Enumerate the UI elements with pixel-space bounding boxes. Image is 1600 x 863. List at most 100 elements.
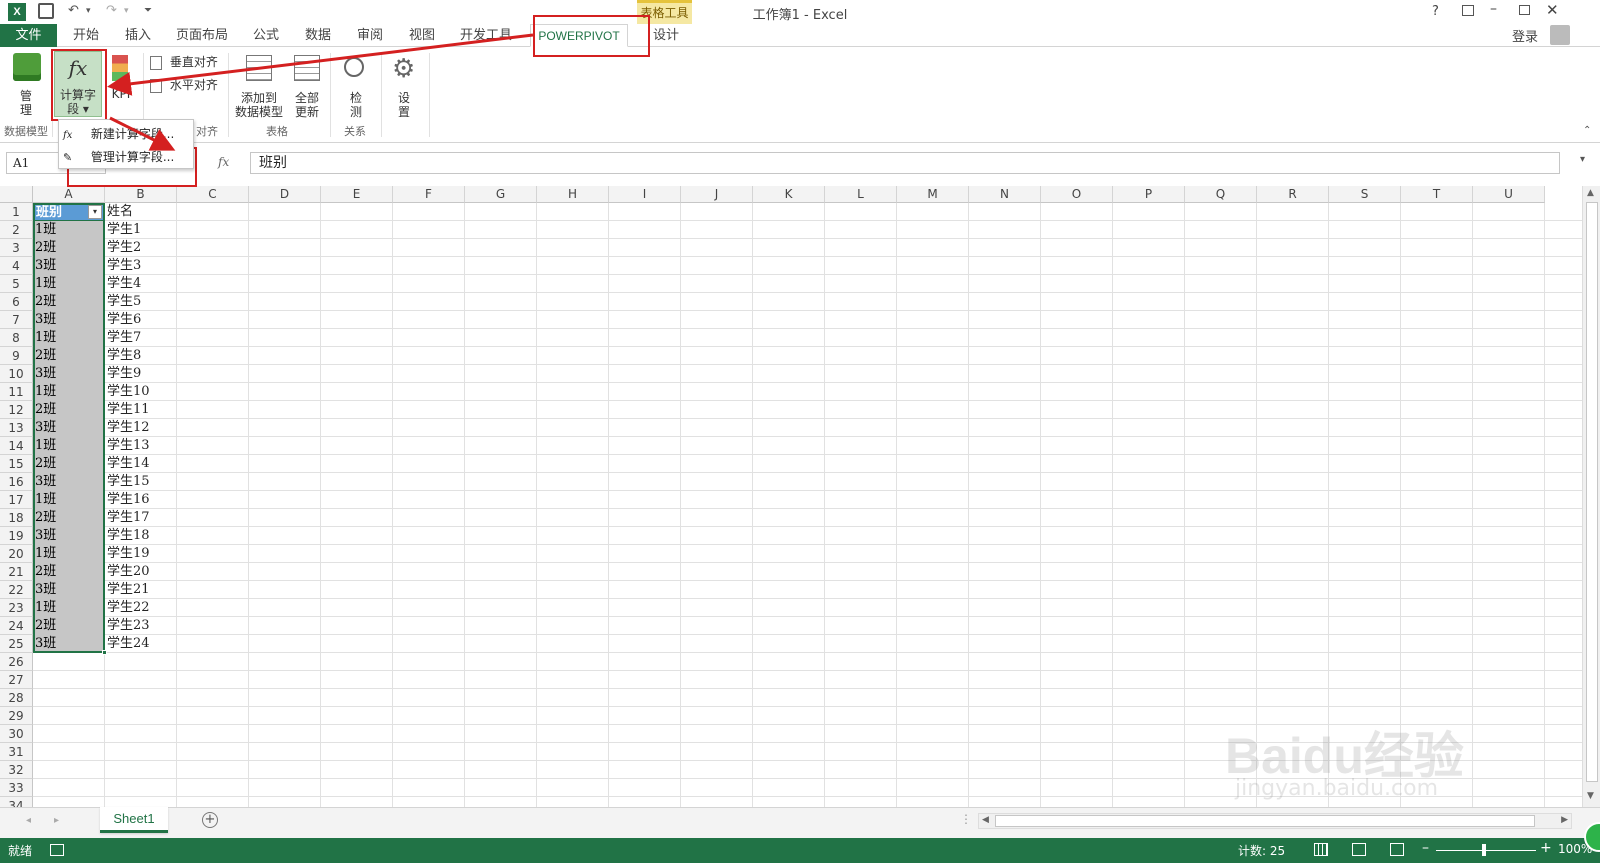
cell-b23[interactable]: 学生22 [105,599,176,617]
cell-b4[interactable]: 学生3 [105,257,176,275]
close-button[interactable]: ✕ [1546,1,1559,19]
row-header-25[interactable]: 25 [0,635,33,653]
cell-b11[interactable]: 学生10 [105,383,176,401]
page-break-view-icon[interactable] [1390,843,1404,856]
row-header-5[interactable]: 5 [0,275,33,293]
horizontal-scrollbar[interactable]: ◀ ▶ [978,813,1572,829]
cell-b13[interactable]: 学生12 [105,419,176,437]
macro-record-icon[interactable] [50,844,64,856]
row-header-32[interactable]: 32 [0,761,33,779]
fill-handle[interactable] [102,650,107,655]
row-header-3[interactable]: 3 [0,239,33,257]
cell-a24[interactable]: 2班 [33,617,104,635]
sheet-tab-sheet1[interactable]: Sheet1 [100,807,168,833]
column-header-u[interactable]: U [1473,186,1545,203]
cell-b21[interactable]: 学生20 [105,563,176,581]
row-header-24[interactable]: 24 [0,617,33,635]
cell-b18[interactable]: 学生17 [105,509,176,527]
cell-b25[interactable]: 学生24 [105,635,176,653]
row-header-10[interactable]: 10 [0,365,33,383]
row-header-22[interactable]: 22 [0,581,33,599]
cell-b14[interactable]: 学生13 [105,437,176,455]
cell-b24[interactable]: 学生23 [105,617,176,635]
scroll-down-icon[interactable]: ▼ [1587,791,1594,801]
row-header-7[interactable]: 7 [0,311,33,329]
row-header-9[interactable]: 9 [0,347,33,365]
row-header-6[interactable]: 6 [0,293,33,311]
h-scroll-divider[interactable]: ⋮ [960,812,972,826]
row-header-17[interactable]: 17 [0,491,33,509]
cell-a4[interactable]: 3班 [33,257,104,275]
cell-a17[interactable]: 1班 [33,491,104,509]
row-header-16[interactable]: 16 [0,473,33,491]
cell-b10[interactable]: 学生9 [105,365,176,383]
cell-b17[interactable]: 学生16 [105,491,176,509]
column-header-p[interactable]: P [1113,186,1185,203]
column-header-k[interactable]: K [753,186,825,203]
cell-a16[interactable]: 3班 [33,473,104,491]
row-header-4[interactable]: 4 [0,257,33,275]
row-header-15[interactable]: 15 [0,455,33,473]
row-header-23[interactable]: 23 [0,599,33,617]
row-header-28[interactable]: 28 [0,689,33,707]
cell-b6[interactable]: 学生5 [105,293,176,311]
row-header-1[interactable]: 1 [0,203,33,221]
scroll-up-icon[interactable]: ▲ [1587,188,1594,198]
cell-a5[interactable]: 1班 [33,275,104,293]
zoom-in-icon[interactable]: + [1540,840,1552,856]
column-header-l[interactable]: L [825,186,897,203]
worksheet-grid[interactable]: ABCDEFGHIJKLMNOPQRSTU 1 2 3 4 5 6 7 8 9 10 11 12 13 1… [0,186,1600,807]
normal-view-icon[interactable] [1314,843,1328,856]
h-scroll-thumb[interactable] [995,815,1535,827]
row-header-21[interactable]: 21 [0,563,33,581]
cell-a14[interactable]: 1班 [33,437,104,455]
cell-a7[interactable]: 3班 [33,311,104,329]
cell-a21[interactable]: 2班 [33,563,104,581]
cell-a15[interactable]: 2班 [33,455,104,473]
cell-b12[interactable]: 学生11 [105,401,176,419]
cell-a8[interactable]: 1班 [33,329,104,347]
column-header-r[interactable]: R [1257,186,1329,203]
cell-a19[interactable]: 3班 [33,527,104,545]
h-scroll-left-icon[interactable]: ◀ [982,815,989,825]
cell-b5[interactable]: 学生4 [105,275,176,293]
row-header-18[interactable]: 18 [0,509,33,527]
row-header-2[interactable]: 2 [0,221,33,239]
row-header-12[interactable]: 12 [0,401,33,419]
filter-dropdown-icon[interactable]: ▾ [88,205,102,219]
user-avatar-icon[interactable] [1550,25,1570,45]
row-header-26[interactable]: 26 [0,653,33,671]
collapse-ribbon-icon[interactable]: ⌃ [1583,125,1591,136]
row-header-13[interactable]: 13 [0,419,33,437]
cell-b8[interactable]: 学生7 [105,329,176,347]
cell-a9[interactable]: 2班 [33,347,104,365]
cell-a10[interactable]: 3班 [33,365,104,383]
row-header-30[interactable]: 30 [0,725,33,743]
restore-button[interactable] [1519,5,1530,15]
vertical-scrollbar[interactable]: ▲ ▼ [1582,186,1600,807]
minimize-button[interactable]: – [1490,1,1497,17]
zoom-thumb[interactable] [1482,844,1486,856]
login-link[interactable]: 登录 [1512,26,1538,45]
zoom-out-icon[interactable]: – [1422,840,1429,856]
help-button[interactable]: ? [1432,4,1439,19]
row-header-34[interactable]: 34 [0,797,33,807]
cell-a12[interactable]: 2班 [33,401,104,419]
cell-b15[interactable]: 学生14 [105,455,176,473]
row-header-29[interactable]: 29 [0,707,33,725]
cell-a3[interactable]: 2班 [33,239,104,257]
cell-b1-header[interactable]: 姓名 [105,203,176,221]
zoom-slider[interactable] [1436,844,1536,856]
row-header-11[interactable]: 11 [0,383,33,401]
column-header-t[interactable]: T [1401,186,1473,203]
column-header-q[interactable]: Q [1185,186,1257,203]
column-header-n[interactable]: N [969,186,1041,203]
ribbon-display-button[interactable] [1462,5,1474,16]
row-header-33[interactable]: 33 [0,779,33,797]
column-header-m[interactable]: M [897,186,969,203]
cell-a25[interactable]: 3班 [33,635,104,653]
cell-a11[interactable]: 1班 [33,383,104,401]
add-sheet-icon[interactable]: + [202,812,218,828]
page-layout-view-icon[interactable] [1352,843,1366,856]
scroll-thumb[interactable] [1586,202,1598,782]
